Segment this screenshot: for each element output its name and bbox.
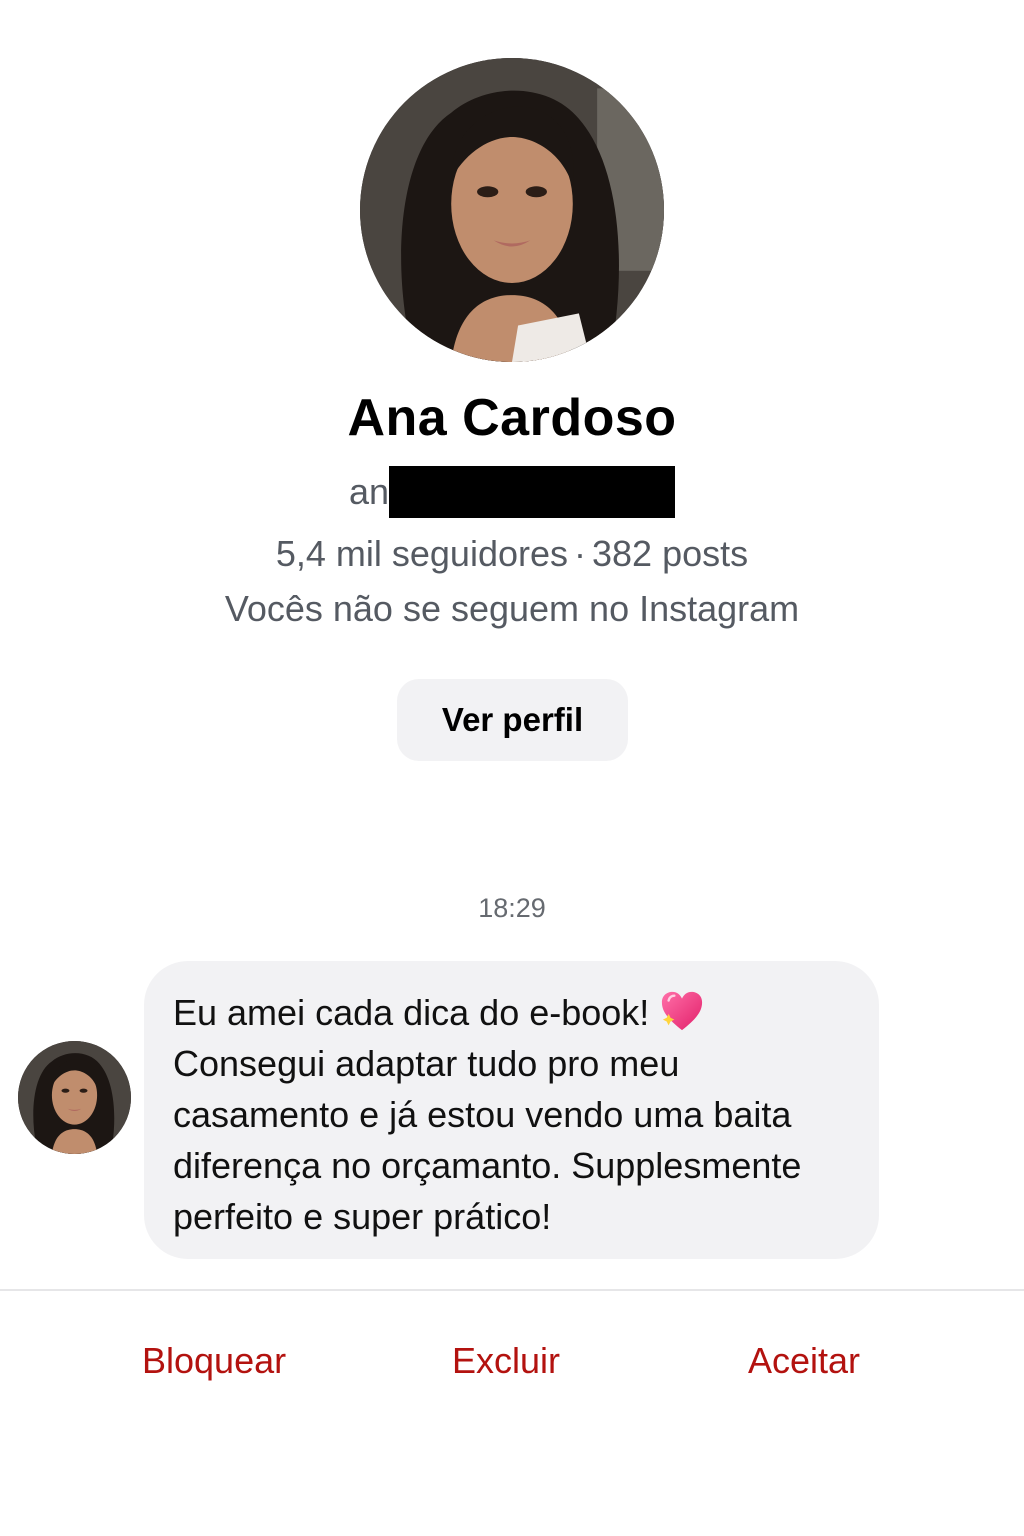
- message-text: Eu amei cada dica do e-book! Consegui ad…: [173, 987, 879, 1242]
- message-body: Consegui adaptar tudo pro meu casamento …: [173, 1043, 802, 1237]
- message-timestamp: 18:29: [478, 893, 546, 923]
- message-bubble[interactable]: Eu amei cada dica do e-book! Consegui ad…: [144, 961, 879, 1259]
- message-request-screen: Ana Cardoso an 5,4 mil seguidores · 382 po…: [0, 0, 1024, 1536]
- view-profile-button[interactable]: Ver perfil: [397, 679, 628, 761]
- profile-stats: 5,4 mil seguidores · 382 posts: [0, 533, 1024, 575]
- sender-avatar[interactable]: [18, 1041, 131, 1154]
- avatar-photo: [360, 58, 664, 362]
- sender-avatar-photo: [18, 1041, 131, 1154]
- followers-count: 5,4 mil seguidores: [275, 533, 569, 574]
- stats-separator: ·: [574, 533, 587, 574]
- accept-button[interactable]: Aceitar: [748, 1340, 860, 1382]
- posts-count: 382 posts: [592, 533, 749, 574]
- block-button[interactable]: Bloquear: [142, 1340, 286, 1382]
- username-row: an: [0, 466, 1024, 518]
- follow-status: Vocês não se seguem no Instagram: [224, 588, 800, 629]
- profile-name: Ana Cardoso: [347, 389, 677, 447]
- username-redaction: [389, 466, 676, 518]
- delete-button[interactable]: Excluir: [452, 1340, 560, 1382]
- message-first-line: Eu amei cada dica do e-book!: [173, 992, 650, 1033]
- sparkling-heart-icon: [662, 991, 703, 1031]
- username: an: [348, 471, 390, 512]
- profile-avatar[interactable]: [360, 58, 664, 362]
- actions-divider: [0, 1289, 1024, 1291]
